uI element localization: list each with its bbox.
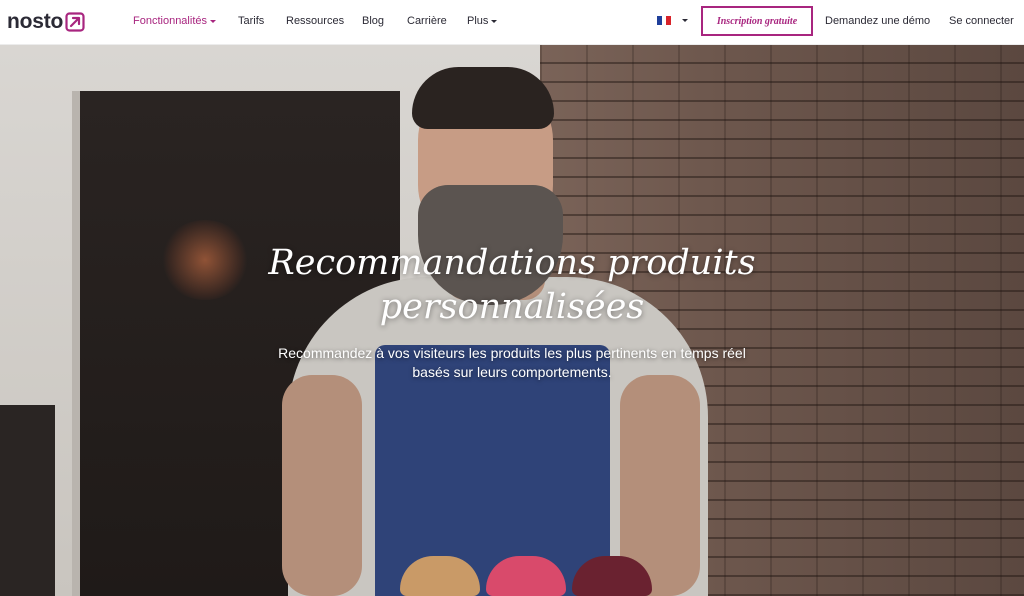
nav-label: Ressources <box>286 15 345 27</box>
nosto-logo[interactable]: nosto <box>7 10 85 34</box>
nav-label: Carrière <box>407 15 447 27</box>
donut <box>572 556 652 596</box>
nav-ressources[interactable]: Ressources <box>286 14 344 28</box>
top-navigation: nosto Fonctionnalités Tarifs Ressources … <box>0 0 1024 45</box>
signup-button[interactable]: Inscription gratuite <box>701 6 813 36</box>
hero-subtitle-line: Recommandez à vos visiteurs les produits… <box>278 345 746 361</box>
language-chevron-down-icon[interactable] <box>682 19 688 22</box>
hero-title-line: Recommandations produits <box>268 243 756 283</box>
donut-tray <box>400 555 655 596</box>
chevron-down-icon <box>210 19 216 23</box>
nav-carriere[interactable]: Carrière <box>407 14 447 28</box>
background-pillar <box>0 405 55 596</box>
donut <box>400 556 480 596</box>
hero-section: Recommandations produits personnalisées … <box>0 45 1024 596</box>
hero-subtitle: Recommandez à vos visiteurs les produits… <box>200 344 824 382</box>
france-flag-icon[interactable] <box>657 16 672 25</box>
chevron-down-icon <box>491 19 498 23</box>
person-hair <box>412 67 554 129</box>
nav-fonctionnalites[interactable]: Fonctionnalités <box>133 14 216 28</box>
nav-label: Plus <box>467 15 489 27</box>
nav-label: Fonctionnalités <box>133 15 207 27</box>
logo-text: nosto <box>7 10 64 33</box>
nav-label: Blog <box>362 15 385 27</box>
login-link[interactable]: Se connecter <box>949 14 1014 28</box>
person-left-arm <box>282 375 362 596</box>
nav-blog[interactable]: Blog <box>362 14 384 28</box>
hero-title-line: personnalisées <box>379 287 645 327</box>
request-demo-link[interactable]: Demandez une démo <box>825 14 930 28</box>
hero-subtitle-line: basés sur leurs comportements. <box>412 364 612 380</box>
nav-label: Tarifs <box>238 15 265 27</box>
arrow-box-icon <box>65 12 85 32</box>
nav-plus[interactable]: Plus <box>467 14 498 28</box>
hero-title: Recommandations produits personnalisées <box>170 241 854 329</box>
nav-tarifs[interactable]: Tarifs <box>238 14 264 28</box>
donut <box>486 556 566 596</box>
